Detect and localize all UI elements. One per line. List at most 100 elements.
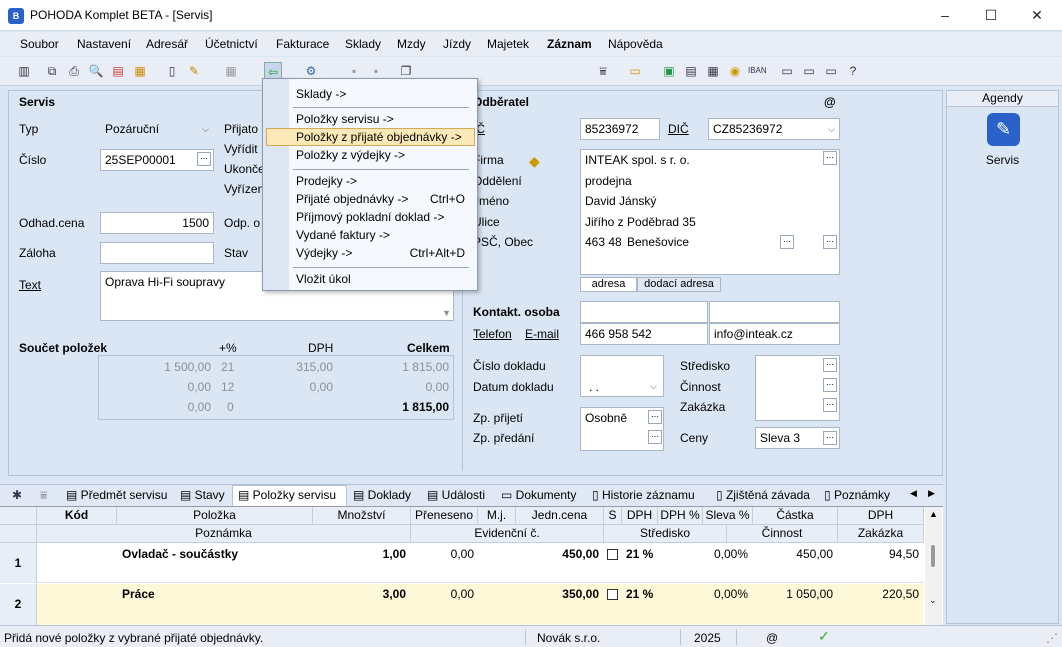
- cell-dph[interactable]: 21 %: [626, 545, 653, 564]
- menu-item-vydane-faktury[interactable]: Vydané faktury ->: [296, 228, 390, 246]
- jmeno-field[interactable]: David Jánský: [585, 194, 656, 208]
- zp-predani-spin[interactable]: ⋯: [648, 430, 662, 444]
- tab-poznamky[interactable]: ▯ Poznámky: [824, 488, 890, 502]
- header-dph[interactable]: DPH: [622, 507, 658, 525]
- zaloha-field[interactable]: [100, 242, 214, 264]
- menu-nastaveni[interactable]: Nastavení: [77, 37, 131, 51]
- resize-grip-icon[interactable]: ⋰: [1046, 631, 1058, 645]
- cell-polozka[interactable]: Práce: [122, 585, 155, 604]
- firma-button[interactable]: ⋯: [823, 151, 837, 165]
- cell-s-checkbox[interactable]: [607, 589, 618, 600]
- cell-preneseno[interactable]: 0,00: [411, 545, 474, 564]
- header-jedn-cena[interactable]: Jedn.cena: [516, 507, 604, 525]
- scroll-thumb[interactable]: [931, 545, 935, 567]
- menu-ucetnictvi[interactable]: Účetnictví: [205, 37, 258, 51]
- iban-icon[interactable]: IBAN: [748, 62, 767, 80]
- coins-icon[interactable]: ◉: [726, 62, 744, 80]
- row-number[interactable]: 2: [0, 584, 37, 625]
- menu-zaznam[interactable]: Záznam: [547, 37, 592, 51]
- pdf-icon[interactable]: ▤: [109, 62, 127, 80]
- tab-zjistena-zavada[interactable]: ▯ Zjištěná závada: [716, 488, 810, 502]
- menu-item-polozky-z-vydejky[interactable]: Položky z výdejky ->: [296, 148, 405, 166]
- maximize-button[interactable]: ☐: [968, 0, 1014, 31]
- header-cinnost[interactable]: Činnost: [727, 525, 838, 543]
- star-icon[interactable]: ✱: [12, 488, 22, 502]
- stredisko-spin[interactable]: ⋯: [823, 358, 837, 372]
- filter-icon[interactable]: ⩸: [594, 62, 612, 80]
- tab-scroll-left-icon[interactable]: ◀: [910, 488, 917, 499]
- cell-dph[interactable]: 21 %: [626, 585, 653, 604]
- tab-dokumenty[interactable]: ▭ Dokumenty: [501, 488, 576, 502]
- zp-prijeti-spin[interactable]: ⋯: [648, 410, 662, 424]
- header-dph-value[interactable]: DPH: [838, 507, 924, 525]
- cell-s-checkbox[interactable]: [607, 549, 618, 560]
- cell-cena[interactable]: 350,00: [516, 585, 599, 604]
- ceny-field[interactable]: Sleva 3 ⋯: [755, 427, 840, 449]
- help-icon[interactable]: ?: [844, 62, 862, 80]
- menu-item-prijmovy-doklad[interactable]: Příjmový pokladní doklad ->: [296, 210, 444, 228]
- menu-majetek[interactable]: Majetek: [487, 37, 529, 51]
- at-icon[interactable]: @: [824, 95, 836, 109]
- cell-castka[interactable]: 450,00: [753, 545, 833, 564]
- menu-fakturace[interactable]: Fakturace: [276, 37, 329, 51]
- tab-scroll-right-icon[interactable]: ▶: [928, 488, 935, 499]
- datum-dropdown-icon[interactable]: ⌵: [650, 381, 657, 392]
- kontakt-field-1[interactable]: [580, 301, 708, 323]
- agenda-servis-label[interactable]: Servis: [947, 153, 1058, 167]
- row-number[interactable]: 1: [0, 543, 37, 583]
- table-icon[interactable]: ▦: [704, 62, 722, 80]
- money-icon[interactable]: ▣: [660, 62, 678, 80]
- email-field[interactable]: info@inteak.cz: [709, 323, 840, 345]
- header-poznamka[interactable]: Poznámka: [37, 525, 411, 543]
- print-icon[interactable]: ⎙: [65, 62, 83, 80]
- folder-icon[interactable]: ▭: [626, 62, 644, 80]
- dic-field[interactable]: CZ85236972 ⌵: [708, 118, 840, 140]
- kontakt-field-2[interactable]: [709, 301, 840, 323]
- monitor-icon[interactable]: ▭: [778, 62, 796, 80]
- menu-napoveda[interactable]: Nápověda: [608, 37, 663, 51]
- menu-item-prodejky[interactable]: Prodejky ->: [296, 174, 357, 192]
- ulice-field[interactable]: Jiřího z Poděbrad 35: [585, 215, 696, 229]
- cislo-field[interactable]: 25SEP00001 ⋯: [100, 149, 214, 171]
- menu-adresar[interactable]: Adresář: [146, 37, 188, 51]
- telefon-field[interactable]: 466 958 542: [580, 323, 708, 345]
- header-polozka[interactable]: Položka: [117, 507, 313, 525]
- cell-dph-value[interactable]: 94,50: [838, 545, 919, 564]
- obec-button[interactable]: ⋯: [780, 235, 794, 249]
- menu-item-sklady[interactable]: Sklady ->: [296, 87, 346, 105]
- new-record-icon[interactable]: ▯: [163, 62, 181, 80]
- psc-spin[interactable]: ⋯: [823, 235, 837, 249]
- psc-field[interactable]: 463 48: [585, 235, 622, 249]
- tab-doklady[interactable]: ▤ Doklady: [353, 488, 411, 502]
- ic-field[interactable]: 85236972: [580, 118, 660, 140]
- address-book-icon[interactable]: ◆: [529, 153, 540, 170]
- grid-scrollbar[interactable]: ▲ ⌄: [925, 507, 942, 625]
- menu-item-prijate-objednavky[interactable]: Přijaté objednávky ->: [296, 192, 408, 210]
- header-stredisko[interactable]: Středisko: [604, 525, 727, 543]
- menu-item-polozky-z-objednavky[interactable]: Položky z přijaté objednávky ->: [296, 130, 462, 148]
- cell-castka[interactable]: 1 050,00: [753, 585, 833, 604]
- header-sleva[interactable]: Sleva %: [703, 507, 753, 525]
- minimize-button[interactable]: –: [922, 0, 968, 31]
- copy-icon[interactable]: ⧉: [43, 62, 61, 80]
- export-icon[interactable]: ▦: [131, 62, 149, 80]
- scroll-up-icon[interactable]: ▲: [929, 509, 938, 519]
- cell-polozka[interactable]: Ovladač - součástky: [122, 545, 238, 564]
- filter-tab-icon[interactable]: ⩸: [40, 488, 47, 503]
- menu-soubor[interactable]: Soubor: [20, 37, 59, 51]
- cell-sleva[interactable]: 0,00%: [703, 545, 748, 564]
- tab-adresa[interactable]: adresa: [580, 277, 637, 292]
- card-icon[interactable]: ▭: [822, 62, 840, 80]
- header-kod[interactable]: Kód: [37, 507, 117, 525]
- oddeleni-field[interactable]: prodejna: [585, 174, 632, 188]
- tab-predmet-servisu[interactable]: ▤ Předmět servisu: [66, 488, 167, 502]
- calc-icon[interactable]: ▤: [682, 62, 700, 80]
- cell-sleva[interactable]: 0,00%: [703, 585, 748, 604]
- header-dph-pct[interactable]: DPH %: [658, 507, 703, 525]
- odhad-field[interactable]: 1500: [100, 212, 214, 234]
- tab-stavy[interactable]: ▤ Stavy: [180, 488, 225, 502]
- menu-item-polozky-servisu[interactable]: Položky servisu ->: [296, 112, 394, 130]
- cell-dph-value[interactable]: 220,50: [838, 585, 919, 604]
- menu-item-vydejky[interactable]: Výdejky ->: [296, 246, 352, 264]
- close-button[interactable]: ✕: [1014, 0, 1060, 31]
